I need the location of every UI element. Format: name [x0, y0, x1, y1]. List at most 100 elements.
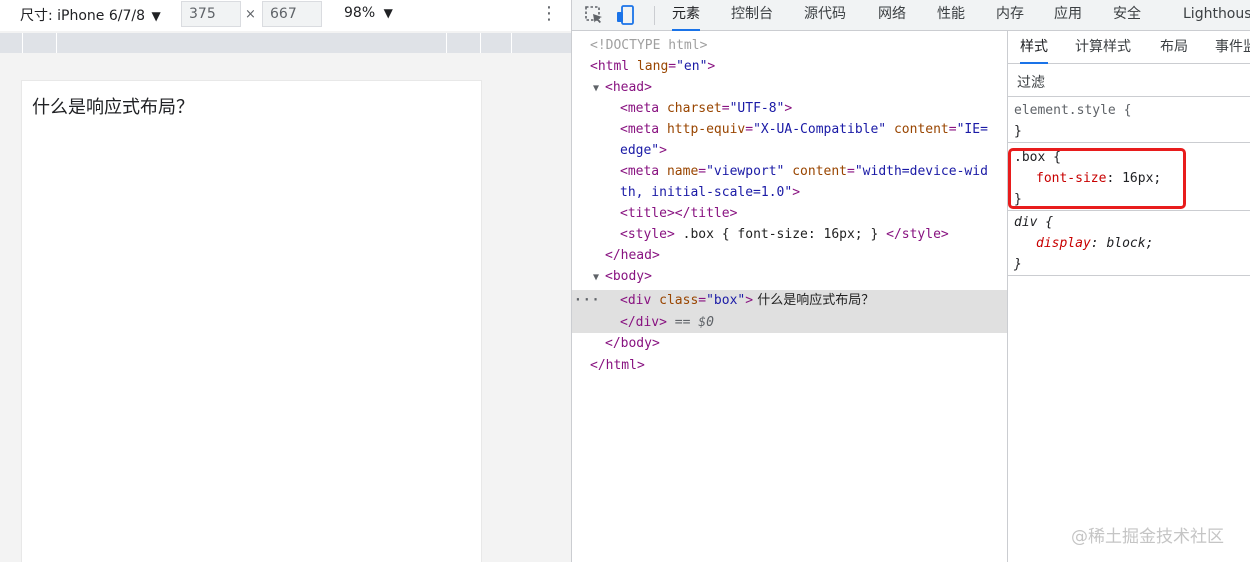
zoom-label: 98%	[344, 5, 376, 21]
tag-div: <div	[620, 293, 652, 308]
tab-layout[interactable]: 布局	[1160, 31, 1188, 64]
attr-name: class	[659, 293, 699, 308]
dom-node-html[interactable]: <html lang="en">	[572, 56, 1007, 77]
dom-node-body-close[interactable]: </body>	[572, 333, 1007, 354]
tab-event-listeners[interactable]: 事件监	[1215, 31, 1250, 64]
dom-node-div-close[interactable]: </div> == $0	[572, 312, 1007, 333]
tab-network[interactable]: 网络	[878, 0, 906, 31]
expand-triangle-icon[interactable]: ▼	[593, 78, 605, 99]
tag-body-close: </body>	[605, 336, 660, 351]
zoom-dropdown[interactable]: 98% ▼	[344, 5, 393, 21]
tab-computed[interactable]: 计算样式	[1075, 31, 1131, 64]
dom-node-meta-cont[interactable]: th, initial-scale=1.0">	[572, 182, 1007, 203]
dom-node-body[interactable]: ▼ <body>	[572, 266, 1007, 287]
more-actions-icon[interactable]: ···	[574, 290, 600, 311]
dom-node-style[interactable]: <style> .box { font-size: 16px; } </styl…	[572, 224, 1007, 245]
viewport-height-input[interactable]	[262, 1, 322, 27]
watermark-text: @稀土掘金技术社区	[1071, 527, 1224, 547]
device-toolbar: 尺寸: iPhone 6/7/8 ▼ × 98% ▼ ⋮	[0, 0, 571, 31]
tag-meta: <meta	[620, 164, 660, 179]
dom-node-meta-cont[interactable]: edge">	[572, 140, 1007, 161]
attr-value: "viewport"	[706, 164, 785, 179]
media-query-ruler[interactable]	[0, 33, 571, 53]
attr-name: charset	[666, 101, 722, 116]
tab-sources[interactable]: 源代码	[804, 0, 846, 31]
tab-security[interactable]: 安全	[1113, 0, 1141, 31]
emulated-viewport: 什么是响应式布局？	[21, 80, 482, 562]
doctype-text: <!DOCTYPE html>	[590, 38, 708, 53]
attr-value: th, initial-scale=1.0"	[620, 185, 793, 200]
ruler-segment[interactable]	[511, 33, 512, 53]
attr-value: "box"	[706, 293, 746, 308]
tag-body: <body>	[605, 269, 652, 284]
tab-elements[interactable]: 元素	[672, 0, 700, 31]
ruler-segment[interactable]	[56, 33, 57, 53]
select-element-icon[interactable]	[582, 3, 606, 27]
attr-value: "en"	[676, 59, 708, 74]
tag-html-close: </html>	[590, 358, 645, 373]
ruler-segment[interactable]	[480, 33, 481, 53]
styles-filter-input[interactable]: 过滤	[1008, 65, 1250, 97]
close-angle: >	[707, 59, 716, 74]
dom-node-head-close[interactable]: </head>	[572, 245, 1007, 266]
close-angle: >	[792, 185, 801, 200]
tab-application[interactable]: 应用	[1054, 0, 1082, 31]
device-toolbar-icon[interactable]	[614, 3, 638, 27]
styles-sidebar: 样式 计算样式 布局 事件监 过滤 element.style { } .box…	[1007, 31, 1250, 562]
box-text: 什么是响应式布局？	[32, 97, 194, 118]
tag-style-close: </style>	[886, 227, 949, 242]
tab-console[interactable]: 控制台	[731, 0, 773, 31]
dimension-separator: ×	[245, 7, 256, 22]
tab-performance[interactable]: 性能	[937, 0, 965, 31]
tag-title: <title></title>	[620, 206, 738, 221]
tag-head: <head>	[605, 80, 652, 95]
css-value[interactable]: block;	[1106, 236, 1153, 251]
filter-placeholder: 过滤	[1017, 75, 1045, 91]
rule-close: }	[1014, 124, 1022, 139]
css-declaration[interactable]: display: block;	[1008, 233, 1250, 254]
attr-name: lang	[636, 59, 669, 74]
dom-node-meta[interactable]: <meta name="viewport" content="width=dev…	[572, 161, 1007, 182]
close-angle: >	[745, 293, 754, 308]
selected-node-marker: == $0	[674, 315, 714, 330]
style-content: .box { font-size: 16px; }	[674, 227, 887, 242]
dom-node-head[interactable]: ▼ <head>	[572, 77, 1007, 98]
attr-name: content	[893, 122, 949, 137]
attr-value: "X-UA-Compatible"	[753, 122, 887, 137]
attr-name: http-equiv	[666, 122, 746, 137]
close-angle: >	[784, 101, 793, 116]
tab-lighthouse[interactable]: Lighthouse	[1183, 0, 1250, 31]
style-rule-div-ua[interactable]: div { display: block; }	[1008, 212, 1250, 276]
devtools-panel: 元素 控制台 源代码 网络 性能 内存 应用 安全 Lighthouse <!D…	[572, 0, 1250, 562]
devtools-toolbar: 元素 控制台 源代码 网络 性能 内存 应用 安全 Lighthouse	[572, 0, 1250, 31]
attr-value: "UTF-8"	[729, 101, 785, 116]
more-options-icon[interactable]: ⋮	[540, 3, 558, 25]
tag-head-close: </head>	[605, 248, 660, 263]
div-text: 什么是响应式布局？	[753, 293, 875, 308]
tag-html: <html	[590, 59, 630, 74]
rule-close: }	[1014, 257, 1022, 272]
rule-selector: element.style {	[1014, 103, 1132, 118]
dom-node-doctype[interactable]: <!DOCTYPE html>	[572, 35, 1007, 56]
chevron-down-icon: ▼	[383, 6, 393, 20]
tab-styles[interactable]: 样式	[1020, 31, 1048, 64]
expand-triangle-icon[interactable]: ▼	[593, 267, 605, 288]
dom-node-meta[interactable]: <meta charset="UTF-8">	[572, 98, 1007, 119]
dom-node-div-selected[interactable]: ··· <div class="box"> 什么是响应式布局？	[572, 290, 1007, 312]
dom-node-meta[interactable]: <meta http-equiv="X-UA-Compatible" conte…	[572, 119, 1007, 140]
ruler-segment[interactable]	[22, 33, 23, 53]
ruler-segment[interactable]	[446, 33, 447, 53]
device-preset-label: 尺寸: iPhone 6/7/8	[20, 8, 146, 24]
style-rule-element[interactable]: element.style { }	[1008, 100, 1250, 143]
rule-selector: div {	[1014, 215, 1054, 230]
viewport-width-input[interactable]	[181, 1, 241, 27]
tab-memory[interactable]: 内存	[996, 0, 1024, 31]
device-emulation-pane: 尺寸: iPhone 6/7/8 ▼ × 98% ▼ ⋮ 什么是响应式布局？	[0, 0, 571, 562]
dom-node-title[interactable]: <title></title>	[572, 203, 1007, 224]
tag-meta: <meta	[620, 122, 660, 137]
device-preset-dropdown[interactable]: 尺寸: iPhone 6/7/8 ▼	[20, 5, 161, 25]
dom-node-html-close[interactable]: </html>	[572, 355, 1007, 376]
css-property[interactable]: display	[1036, 236, 1091, 251]
styles-tabs: 样式 计算样式 布局 事件监	[1008, 31, 1250, 64]
tag-style-open: <style>	[620, 227, 675, 242]
